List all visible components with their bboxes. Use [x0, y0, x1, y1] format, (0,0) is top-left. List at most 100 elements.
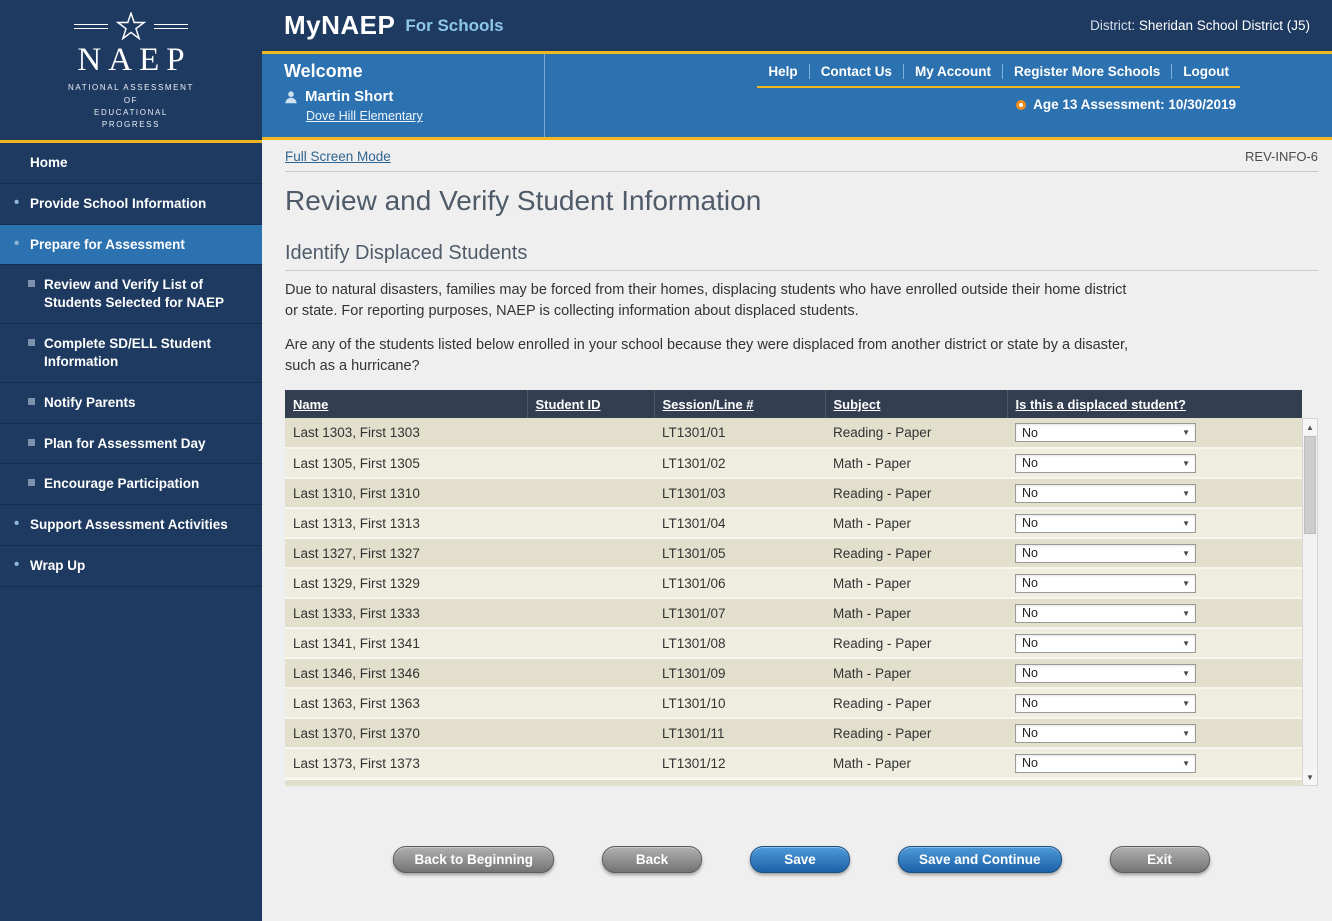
sidebar: NAEP NATIONAL ASSESSMENT OF EDUCATIONAL …	[0, 0, 262, 921]
bullet-icon: •	[14, 555, 19, 575]
question-paragraph: Are any of the students listed below enr…	[285, 335, 1137, 376]
scroll-down-button[interactable]: ▼	[1303, 769, 1317, 785]
sidebar-item-review-verify-students[interactable]: Review and Verify List of Students Selec…	[0, 265, 262, 324]
displaced-student-dropdown[interactable]: No ▼	[1015, 544, 1196, 563]
displaced-student-dropdown[interactable]: No ▼	[1015, 484, 1196, 503]
sidebar-item-prepare-for-assessment[interactable]: • Prepare for Assessment	[0, 225, 262, 266]
chevron-down-icon: ▼	[1177, 699, 1195, 708]
save-and-continue-button[interactable]: Save and Continue	[898, 846, 1062, 873]
welcome-title: Welcome	[284, 61, 544, 82]
column-header-label[interactable]: Session/Line #	[663, 397, 754, 412]
student-name-cell: Last 1333, First 1333	[285, 598, 527, 628]
column-header-session-line[interactable]: Session/Line #	[654, 390, 825, 418]
app-subtitle: For Schools	[405, 16, 503, 36]
nav-logout[interactable]: Logout	[1171, 64, 1240, 79]
scrollbar-thumb[interactable]	[1304, 436, 1316, 534]
displaced-student-dropdown[interactable]: No ▼	[1015, 574, 1196, 593]
displaced-student-dropdown[interactable]: No ▼	[1015, 724, 1196, 743]
chevron-down-icon: ▼	[1177, 489, 1195, 498]
main-area: MyNAEP For Schools District: Sheridan Sc…	[262, 0, 1332, 921]
student-table: Name Student ID Session/Line # Subject I…	[285, 390, 1302, 779]
intro-paragraph: Due to natural disasters, families may b…	[285, 280, 1137, 321]
full-screen-mode-link[interactable]: Full Screen Mode	[285, 149, 391, 164]
exit-button[interactable]: Exit	[1110, 846, 1210, 873]
square-bullet-icon	[28, 398, 35, 405]
nav-contact-us[interactable]: Contact Us	[809, 64, 903, 79]
assessment-text: Age 13 Assessment: 10/30/2019	[1033, 97, 1236, 112]
sidebar-item-home[interactable]: Home	[0, 143, 262, 184]
save-button[interactable]: Save	[750, 846, 850, 873]
nav-my-account[interactable]: My Account	[903, 64, 1002, 79]
column-header-subject[interactable]: Subject	[825, 390, 1007, 418]
content-top-row: Full Screen Mode REV-INFO-6	[285, 149, 1318, 172]
scroll-up-button[interactable]: ▲	[1303, 419, 1317, 435]
bullet-icon: •	[14, 193, 19, 213]
displaced-cell: No ▼	[1007, 598, 1302, 628]
displaced-student-dropdown[interactable]: No ▼	[1015, 634, 1196, 653]
student-id-cell	[527, 568, 654, 598]
session-line-cell: LT1301/07	[654, 598, 825, 628]
sidebar-item-complete-sd-ell[interactable]: Complete SD/ELL Student Information	[0, 324, 262, 383]
sidebar-item-label: Provide School Information	[30, 196, 206, 211]
school-link[interactable]: Dove Hill Elementary	[306, 109, 423, 123]
column-header-label[interactable]: Name	[293, 397, 328, 412]
chevron-down-icon: ▼	[1177, 549, 1195, 558]
session-line-cell: LT1301/02	[654, 448, 825, 478]
subject-cell: Reading - Paper	[825, 538, 1007, 568]
sidebar-item-label: Notify Parents	[44, 395, 136, 410]
top-nav-links: Help Contact Us My Account Register More…	[757, 64, 1240, 88]
scrollbar-track[interactable]	[1303, 435, 1317, 769]
district-label: District:	[1090, 18, 1135, 33]
star-icon	[116, 12, 146, 40]
displaced-student-dropdown[interactable]: No ▼	[1015, 604, 1196, 623]
column-header-displaced[interactable]: Is this a displaced student?	[1007, 390, 1302, 418]
student-id-cell	[527, 478, 654, 508]
table-row: Last 1313, First 1313 LT1301/04 Math - P…	[285, 508, 1302, 538]
column-header-label[interactable]: Student ID	[536, 397, 601, 412]
nav-help[interactable]: Help	[757, 64, 808, 79]
column-header-name[interactable]: Name	[285, 390, 527, 418]
table-row: Last 1341, First 1341 LT1301/08 Reading …	[285, 628, 1302, 658]
sidebar-item-support-assessment-activities[interactable]: • Support Assessment Activities	[0, 505, 262, 546]
back-to-beginning-button[interactable]: Back to Beginning	[393, 846, 554, 873]
chevron-down-icon: ▼	[1177, 609, 1195, 618]
back-button[interactable]: Back	[602, 846, 702, 873]
sidebar-item-encourage-participation[interactable]: Encourage Participation	[0, 464, 262, 505]
sidebar-item-wrap-up[interactable]: • Wrap Up	[0, 546, 262, 587]
sidebar-item-plan-for-assessment-day[interactable]: Plan for Assessment Day	[0, 424, 262, 465]
table-area: Name Student ID Session/Line # Subject I…	[285, 390, 1318, 786]
logo-tagline-line: PROGRESS	[68, 119, 194, 131]
table-scrollbar[interactable]: ▲ ▼	[1302, 418, 1318, 786]
logo-tagline-line: NATIONAL ASSESSMENT	[68, 82, 194, 94]
sidebar-item-label: Plan for Assessment Day	[44, 436, 206, 451]
page-title: Review and Verify Student Information	[285, 185, 1318, 217]
page-code: REV-INFO-6	[1245, 149, 1318, 164]
sidebar-item-notify-parents[interactable]: Notify Parents	[0, 383, 262, 424]
displaced-student-dropdown[interactable]: No ▼	[1015, 423, 1196, 442]
student-id-cell	[527, 538, 654, 568]
column-header-label[interactable]: Subject	[834, 397, 881, 412]
partial-next-row	[285, 779, 1302, 786]
displaced-cell: No ▼	[1007, 508, 1302, 538]
assessment-info: Age 13 Assessment: 10/30/2019	[1016, 97, 1240, 112]
student-name-cell: Last 1327, First 1327	[285, 538, 527, 568]
bullet-icon: •	[14, 234, 19, 254]
nav-register-more-schools[interactable]: Register More Schools	[1002, 64, 1171, 79]
displaced-student-dropdown[interactable]: No ▼	[1015, 514, 1196, 533]
displaced-student-dropdown[interactable]: No ▼	[1015, 754, 1196, 773]
subject-cell: Math - Paper	[825, 508, 1007, 538]
student-name-cell: Last 1363, First 1363	[285, 688, 527, 718]
dropdown-selected-value: No	[1022, 756, 1038, 770]
section-title: Identify Displaced Students	[285, 242, 1318, 265]
displaced-student-dropdown[interactable]: No ▼	[1015, 694, 1196, 713]
displaced-cell: No ▼	[1007, 718, 1302, 748]
column-header-student-id[interactable]: Student ID	[527, 390, 654, 418]
displaced-student-dropdown[interactable]: No ▼	[1015, 664, 1196, 683]
column-header-label[interactable]: Is this a displaced student?	[1016, 397, 1186, 412]
displaced-student-dropdown[interactable]: No ▼	[1015, 454, 1196, 473]
naep-logo: NAEP NATIONAL ASSESSMENT OF EDUCATIONAL …	[0, 0, 262, 143]
displaced-cell: No ▼	[1007, 748, 1302, 778]
sidebar-item-provide-school-information[interactable]: • Provide School Information	[0, 184, 262, 225]
student-name-cell: Last 1310, First 1310	[285, 478, 527, 508]
dropdown-selected-value: No	[1022, 606, 1038, 620]
